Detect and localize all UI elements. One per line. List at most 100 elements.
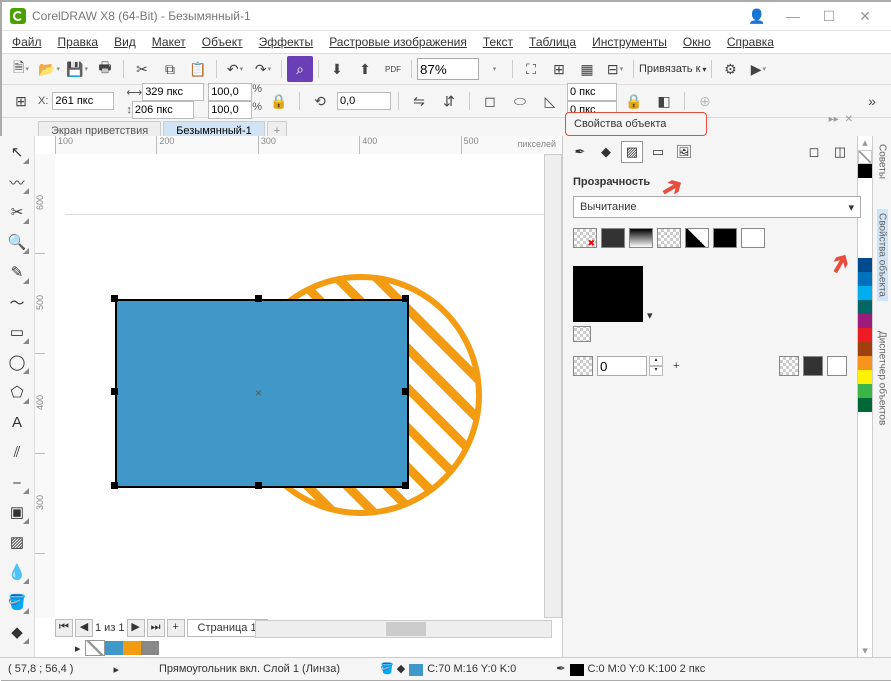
color-swatch[interactable] [858,356,872,370]
guides-button[interactable]: ⊟▾ [602,56,628,82]
wrap-button[interactable]: ⊕ [692,88,718,114]
frame-tab[interactable]: ▭ [647,141,669,163]
pick-tool[interactable]: ↖ [5,140,29,164]
crop-tool[interactable]: ✂ [5,200,29,224]
paste-button[interactable]: 📋 [185,56,211,82]
save-button[interactable]: 💾▾ [64,56,90,82]
handle[interactable] [255,295,262,302]
palette-down[interactable]: ▾ [858,644,872,658]
page-prev[interactable]: ◀ [75,619,93,637]
sx-input[interactable] [208,83,252,101]
zoom-tool[interactable]: 🔍 [5,230,29,254]
menu-object[interactable]: Объект [202,35,243,49]
print-button[interactable]: 🖶 [92,56,118,82]
fill-tab[interactable]: ◆ [595,141,617,163]
maximize-button[interactable]: ☐ [811,6,847,26]
scrollbar-vertical[interactable] [544,154,562,618]
artistic-tool[interactable]: 〜 [5,290,29,314]
color-swatch[interactable] [858,384,872,398]
trans-vector[interactable] [657,228,681,248]
sy-input[interactable] [208,101,252,119]
docker-hints[interactable]: Советы [877,144,888,179]
import-button[interactable]: ⬇ [324,56,350,82]
menu-help[interactable]: Справка [727,35,774,49]
handle[interactable] [255,482,262,489]
color-swatch[interactable] [858,272,872,286]
rotate-input[interactable] [337,92,391,110]
zoom-input[interactable] [417,58,479,80]
menu-file[interactable]: Файл [12,35,42,49]
color-swatch[interactable] [858,314,872,328]
color-swatch[interactable] [858,342,872,356]
color-swatch[interactable] [858,398,872,412]
handle[interactable] [111,295,118,302]
opacity-input[interactable] [597,356,647,376]
connector-tool[interactable]: ⎯ [5,470,29,494]
palette-color[interactable] [105,641,123,655]
docker-obj-props[interactable]: Свойства объекта [877,209,888,301]
no-color[interactable] [858,150,872,164]
menu-window[interactable]: Окно [683,35,711,49]
rectangle-tool[interactable]: ▭ [5,320,29,344]
trans-fountain[interactable] [629,228,653,248]
transparency-tool[interactable]: ▨ [5,530,29,554]
menu-layout[interactable]: Макет [152,35,186,49]
page-last[interactable]: ⏭ [147,619,165,637]
apply-both[interactable] [827,356,847,376]
handle[interactable] [111,482,118,489]
rel-corner-button[interactable]: ◧ [651,88,677,114]
fullscreen-button[interactable]: ⛶ [518,56,544,82]
undo-button[interactable]: ↶▾ [222,56,248,82]
color-swatch[interactable] [858,300,872,314]
more-button[interactable]: » [859,88,885,114]
scrollbar-horizontal[interactable] [255,620,552,638]
copy-button[interactable]: ⧉ [157,56,183,82]
bitmap-tab[interactable]: 🖼 [673,141,695,163]
options-button[interactable]: ⚙ [717,56,743,82]
handle[interactable] [402,388,409,395]
corner3-button[interactable]: ◺ [537,88,563,114]
corner1-button[interactable]: ◻ [477,88,503,114]
grid-button[interactable]: ▦ [574,56,600,82]
menu-tools[interactable]: Инструменты [592,35,667,49]
canvas-area[interactable]: 100200300400500 пикселей 600500400300 × … [35,136,562,658]
outline-tab[interactable]: ✒ [569,141,591,163]
menu-view[interactable]: Вид [114,35,136,49]
page-first[interactable]: ⏮ [55,619,73,637]
scroll-mode[interactable]: ◫ [829,141,851,163]
mirror-v-button[interactable]: ⇵ [436,88,462,114]
menu-table[interactable]: Таблица [529,35,576,49]
trans-none[interactable]: ✖ [573,228,597,248]
docker-close[interactable]: ✕ [845,114,853,125]
transparency-tab[interactable]: ▨ [621,141,643,163]
h-input[interactable] [132,101,194,119]
search-button[interactable]: ⌕ [287,56,313,82]
handle[interactable] [402,295,409,302]
apply-outline[interactable] [803,356,823,376]
merge-mode-select[interactable]: Вычитание▾ [573,196,861,218]
handle[interactable] [402,482,409,489]
trans-bitmap[interactable] [685,228,709,248]
no-fill[interactable] [85,640,105,656]
color-swatch[interactable] [858,164,872,178]
menu-bitmaps[interactable]: Растровые изображения [329,35,467,49]
color-swatch[interactable] [858,328,872,342]
corner2-button[interactable]: ⬭ [507,88,533,114]
fill-tool[interactable]: 🪣 [5,590,29,614]
polygon-tool[interactable]: ⬠ [5,380,29,404]
corner-a[interactable] [567,83,617,101]
palette-up[interactable]: ▴ [858,136,872,150]
text-tool[interactable]: A [5,410,29,434]
menu-edit[interactable]: Правка [58,35,99,49]
trans-texture[interactable] [741,228,765,248]
freehand-tool[interactable]: ✎ [5,260,29,284]
handle[interactable] [111,388,118,395]
open-button[interactable]: 📂▾ [36,56,62,82]
trans-uniform[interactable] [601,228,625,248]
cut-button[interactable]: ✂ [129,56,155,82]
user-icon[interactable]: 👤 [739,6,775,26]
trans-twocolor[interactable] [713,228,737,248]
rulers-button[interactable]: ⊞ [546,56,572,82]
palette-color[interactable] [123,641,141,655]
docker-pin[interactable]: ▸▸ [829,114,839,125]
